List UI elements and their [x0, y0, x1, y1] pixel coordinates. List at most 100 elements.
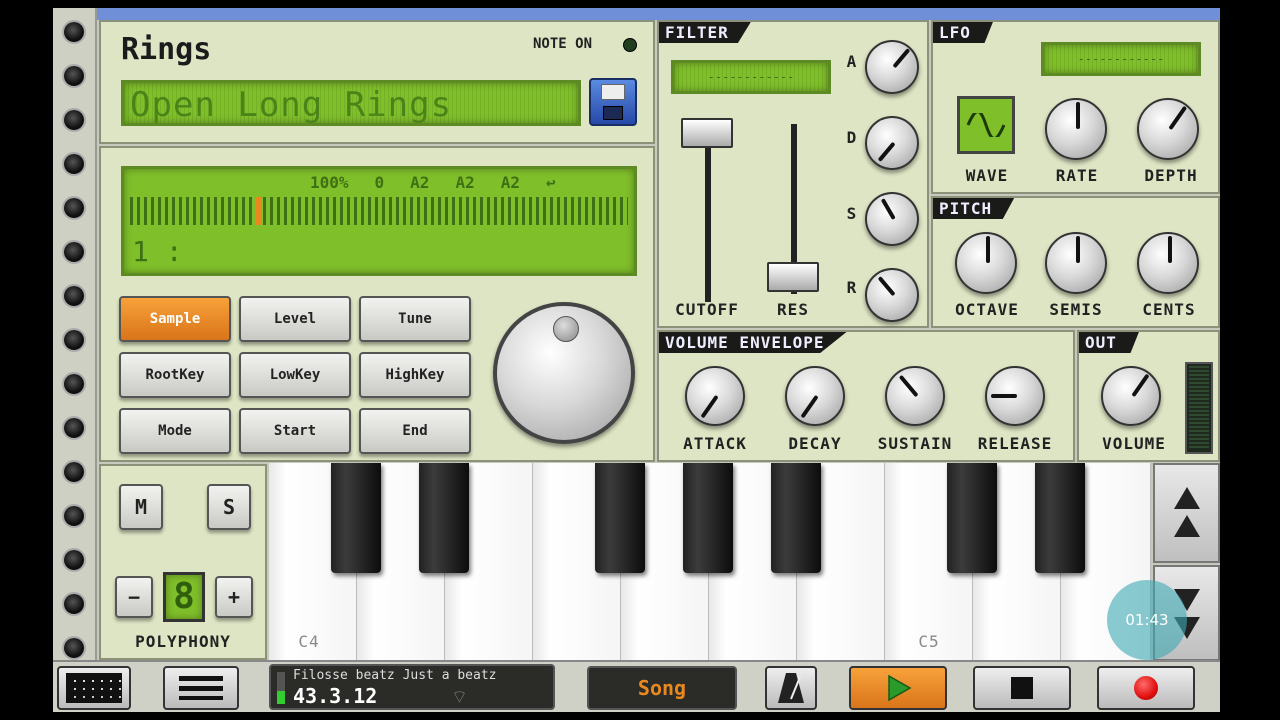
- pitch-panel: PITCH OCTAVE SEMIS CENTS: [931, 196, 1220, 328]
- binder-strip: [53, 8, 97, 712]
- lowkey-button[interactable]: LowKey: [239, 352, 351, 398]
- cutoff-slider[interactable]: [681, 118, 733, 148]
- filter-sustain-knob[interactable]: [865, 192, 919, 246]
- play-icon: [888, 674, 912, 702]
- binder-hole: [64, 286, 84, 306]
- cpu-meter: [277, 672, 285, 704]
- sustain-label: SUSTAIN: [877, 434, 953, 453]
- sine-wave-icon: [966, 113, 1006, 137]
- black-key[interactable]: [419, 463, 469, 573]
- menu-button[interactable]: [163, 666, 239, 710]
- black-key[interactable]: [1035, 463, 1085, 573]
- filter-decay-knob[interactable]: [865, 116, 919, 170]
- cents-knob[interactable]: [1137, 232, 1199, 294]
- recording-timer-badge[interactable]: 01:43: [1107, 580, 1187, 660]
- lfo-rate-knob[interactable]: [1045, 98, 1107, 160]
- stop-button[interactable]: [973, 666, 1071, 710]
- wave-button[interactable]: [957, 96, 1015, 154]
- polyphony-minus-button[interactable]: −: [115, 576, 153, 618]
- grid-menu-button[interactable]: [57, 666, 131, 710]
- attack-label: ATTACK: [683, 434, 747, 453]
- binder-hole: [64, 242, 84, 262]
- note-on-led: [623, 38, 637, 52]
- black-key[interactable]: [331, 463, 381, 573]
- level-button[interactable]: Level: [239, 296, 351, 342]
- out-panel: OUT VOLUME: [1077, 330, 1220, 462]
- polyphony-plus-button[interactable]: +: [215, 576, 253, 618]
- octave-label: OCTAVE: [955, 300, 1019, 319]
- mode-button[interactable]: Mode: [119, 408, 231, 454]
- octave-knob[interactable]: [955, 232, 1017, 294]
- binder-hole: [64, 110, 84, 130]
- black-key[interactable]: [771, 463, 821, 573]
- recording-timer: 01:43: [1125, 611, 1169, 629]
- cutoff-label: CUTOFF: [675, 300, 739, 319]
- binder-hole: [64, 550, 84, 570]
- filter-attack-knob[interactable]: [865, 40, 919, 94]
- key-map-marker: [256, 197, 262, 225]
- transport-bar: Filosse beatz Just a beatz 43.3.12 ⌔ Son…: [53, 660, 1220, 712]
- preset-name-display[interactable]: Open Long Rings: [121, 80, 581, 126]
- solo-button[interactable]: S: [207, 484, 251, 530]
- binder-hole: [64, 594, 84, 614]
- volume-envelope-panel: VOLUME ENVELOPE ATTACK DECAY SUSTAIN REL…: [657, 330, 1075, 462]
- filter-release-knob[interactable]: [865, 268, 919, 322]
- end-button[interactable]: End: [359, 408, 471, 454]
- grid-icon: [66, 673, 122, 703]
- volume-knob[interactable]: [1101, 366, 1161, 426]
- lfo-display: ------------: [1041, 42, 1201, 76]
- c5-label: C5: [918, 632, 940, 651]
- synth-app: Rings NOTE ON Open Long Rings 100% 0 A2 …: [53, 8, 1220, 712]
- sample-button[interactable]: Sample: [119, 296, 231, 342]
- binder-hole: [64, 638, 84, 658]
- start-button[interactable]: Start: [239, 408, 351, 454]
- cutoff-slider-track: [705, 132, 711, 302]
- song-button[interactable]: Song: [587, 666, 737, 710]
- res-slider[interactable]: [767, 262, 819, 292]
- rootkey-button[interactable]: RootKey: [119, 352, 231, 398]
- metronome-button[interactable]: [765, 666, 817, 710]
- release-letter: R: [846, 278, 858, 297]
- binder-hole: [64, 506, 84, 526]
- depth-label: DEPTH: [1144, 166, 1198, 185]
- decay-knob[interactable]: [785, 366, 845, 426]
- record-button[interactable]: [1097, 666, 1195, 710]
- data-dial[interactable]: [493, 302, 635, 444]
- save-button[interactable]: [589, 78, 637, 126]
- release-knob[interactable]: [985, 366, 1045, 426]
- attack-knob[interactable]: [685, 366, 745, 426]
- tune-button[interactable]: Tune: [359, 296, 471, 342]
- sustain-knob[interactable]: [885, 366, 945, 426]
- sample-highkey: A2: [500, 173, 520, 192]
- octave-up-button[interactable]: [1153, 463, 1220, 563]
- sustain-letter: S: [846, 204, 858, 223]
- lfo-depth-knob[interactable]: [1137, 98, 1199, 160]
- metronome-icon: [778, 673, 804, 703]
- black-key[interactable]: [683, 463, 733, 573]
- stop-icon: [1011, 677, 1033, 699]
- dial-grip: [553, 316, 579, 342]
- mute-button[interactable]: M: [119, 484, 163, 530]
- binder-hole: [64, 198, 84, 218]
- record-icon: [1134, 676, 1158, 700]
- semis-knob[interactable]: [1045, 232, 1107, 294]
- c4-label: C4: [298, 632, 320, 651]
- note-on-label: NOTE ON: [533, 36, 593, 52]
- output-level-meter: [1185, 362, 1213, 454]
- binder-hole: [64, 154, 84, 174]
- highkey-button[interactable]: HighKey: [359, 352, 471, 398]
- zone-label: 1 :: [132, 235, 183, 268]
- filter-display-text: ------------: [707, 70, 795, 84]
- black-key[interactable]: [595, 463, 645, 573]
- pitch-title: PITCH: [933, 198, 1015, 219]
- volume-label: VOLUME: [1102, 434, 1166, 453]
- play-button[interactable]: [849, 666, 947, 710]
- sample-rootkey: A2: [410, 173, 430, 192]
- loop-icon: ↩: [545, 173, 556, 192]
- binder-hole: [64, 374, 84, 394]
- binder-hole: [64, 418, 84, 438]
- black-key[interactable]: [947, 463, 997, 573]
- meter-bars: [1189, 366, 1209, 450]
- attack-letter: A: [846, 52, 858, 71]
- voice-panel: M S − 8 + POLYPHONY: [99, 464, 267, 660]
